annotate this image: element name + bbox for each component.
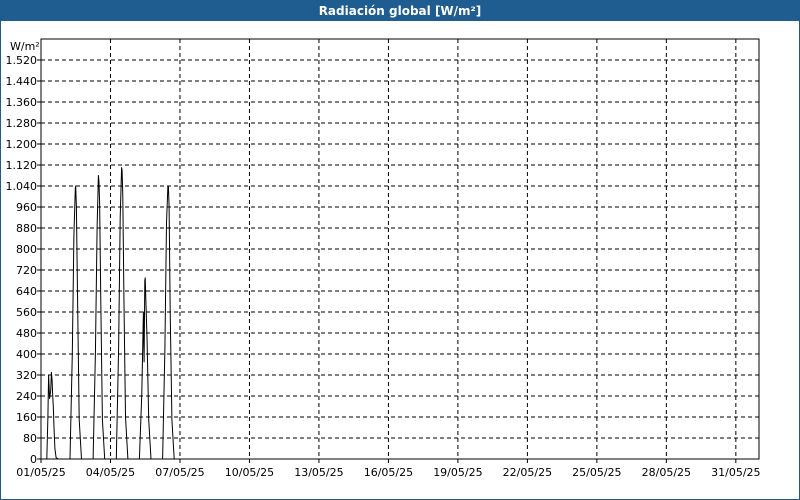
y-tick-label: 1.280	[6, 117, 38, 130]
y-tick-label: 800	[16, 243, 37, 256]
y-tick-label: 0	[30, 453, 37, 466]
y-tick-label: 160	[16, 411, 37, 424]
y-tick-label: 400	[16, 348, 37, 361]
y-tick-label: 640	[16, 285, 37, 298]
y-tick-label: 1.520	[6, 54, 38, 67]
x-tick-label: 16/05/25	[364, 466, 413, 479]
y-tick-label: 80	[23, 432, 37, 445]
y-axis-ticks: 0 80 160 240 320 400 480 560 640 720 800 880 960 1.04…	[6, 54, 41, 466]
y-tick-label: 960	[16, 201, 37, 214]
radiation-chart: W/m² 0 80 160 240 320 400 480 560 640 720 800 880 96…	[6, 38, 761, 479]
window-title: Radiación global [W/m²]	[1, 1, 799, 21]
x-tick-label: 01/05/25	[16, 466, 65, 479]
y-tick-label: 720	[16, 264, 37, 277]
y-tick-label: 320	[16, 369, 37, 382]
x-tick-label: 13/05/25	[294, 466, 343, 479]
y-tick-label: 240	[16, 390, 37, 403]
y-tick-label: 1.040	[6, 180, 38, 193]
y-tick-label: 1.200	[6, 138, 38, 151]
x-tick-label: 28/05/25	[642, 466, 691, 479]
y-tick-label: 1.120	[6, 159, 38, 172]
x-tick-label: 22/05/25	[503, 466, 552, 479]
x-tick-label: 10/05/25	[225, 466, 274, 479]
x-tick-label: 25/05/25	[572, 466, 621, 479]
x-tick-label: 19/05/25	[433, 466, 482, 479]
x-tick-label: 07/05/25	[155, 466, 204, 479]
y-tick-label: 880	[16, 222, 37, 235]
x-tick-label: 04/05/25	[86, 466, 135, 479]
y-tick-label: 480	[16, 327, 37, 340]
x-axis-ticks: 01/05/25 04/05/25 07/05/25 10/05/25 13/05/25…	[16, 459, 761, 479]
x-tick-label: 31/05/25	[711, 466, 760, 479]
y-axis-label: W/m²	[10, 40, 40, 53]
y-tick-label: 560	[16, 306, 37, 319]
y-tick-label: 1.440	[6, 75, 38, 88]
y-tick-label: 1.360	[6, 96, 38, 109]
